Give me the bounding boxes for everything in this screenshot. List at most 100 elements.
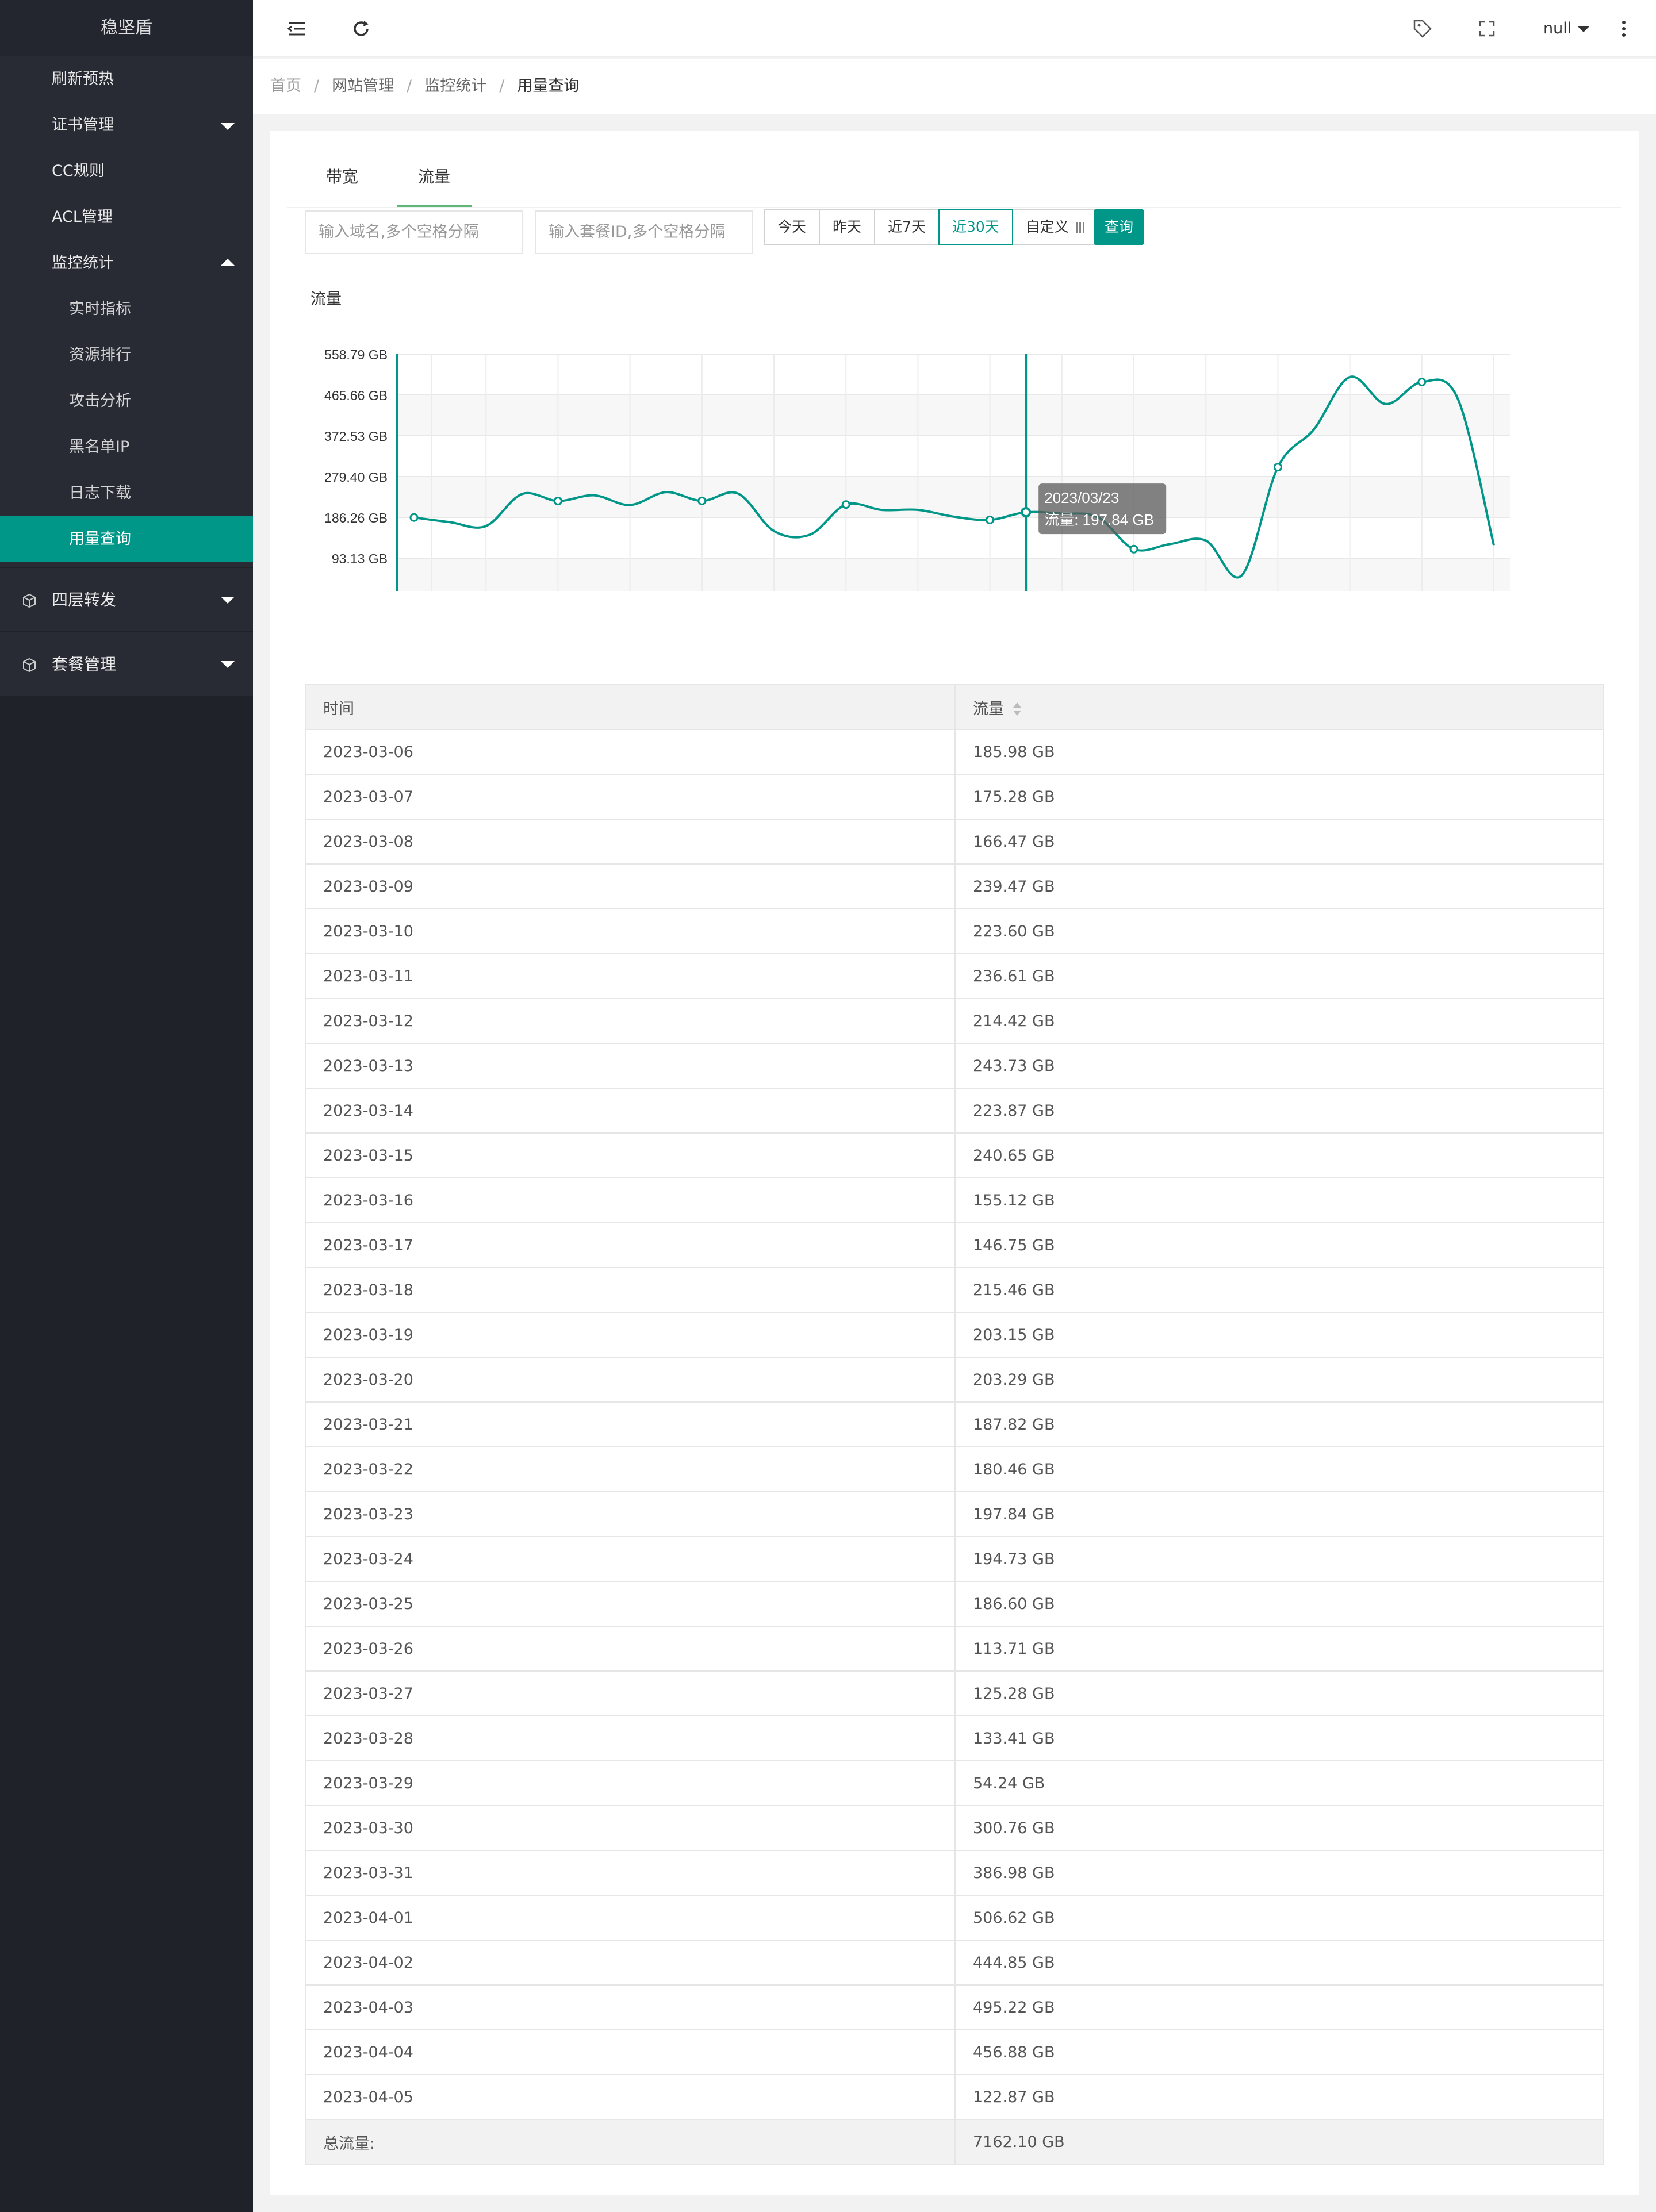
package-id-input[interactable]: 输入套餐ID,多个空格分隔 bbox=[535, 210, 753, 254]
more-vertical-icon[interactable] bbox=[1612, 17, 1635, 40]
cell-traffic: 386.98 GB bbox=[954, 1850, 1604, 1896]
tag-icon[interactable] bbox=[1411, 17, 1434, 40]
breadcrumb-home[interactable]: 首页 bbox=[270, 77, 301, 95]
tooltip-value: 流量: 197.84 GB bbox=[1044, 511, 1154, 528]
fullscreen-icon[interactable] bbox=[1475, 17, 1498, 40]
sidebar-item-label: 攻击分析 bbox=[69, 392, 131, 410]
cell-traffic: 54.24 GB bbox=[954, 1760, 1604, 1806]
refresh-icon[interactable] bbox=[350, 17, 373, 40]
table-row: 2023-03-22 180.46 GB bbox=[305, 1446, 1604, 1492]
chart-title: 流量 bbox=[310, 290, 342, 308]
table-row: 2023-03-27 125.28 GB bbox=[305, 1670, 1604, 1716]
sidebar-item-4[interactable]: 监控统计 bbox=[0, 240, 253, 286]
sidebar-item-label: ACL管理 bbox=[52, 208, 113, 226]
breadcrumb-site-manage[interactable]: 网站管理 bbox=[332, 77, 394, 95]
cell-date: 2023-03-26 bbox=[305, 1626, 956, 1672]
sidebar-item-0[interactable]: 刷新预热 bbox=[0, 56, 253, 102]
range-button-4[interactable]: 自定义 bbox=[1011, 209, 1100, 245]
menu-fold-icon[interactable] bbox=[285, 17, 308, 40]
table-row: 2023-04-02 444.85 GB bbox=[305, 1940, 1604, 1986]
query-button[interactable]: 查询 bbox=[1094, 209, 1144, 245]
cell-traffic: 155.12 GB bbox=[954, 1177, 1604, 1223]
sidebar-item-8[interactable]: 黑名单IP bbox=[0, 424, 253, 470]
range-button-2[interactable]: 近7天 bbox=[874, 209, 940, 245]
cell-traffic: 214.42 GB bbox=[954, 998, 1604, 1044]
sort-icon[interactable] bbox=[1012, 702, 1022, 716]
sidebar-item-3[interactable]: ACL管理 bbox=[0, 194, 253, 240]
column-header-traffic[interactable]: 流量 bbox=[954, 684, 1604, 730]
range-button-1[interactable]: 昨天 bbox=[819, 209, 876, 245]
calendar-icon bbox=[1075, 222, 1086, 233]
sidebar-menu: 刷新预热 证书管理 CC规则 ACL管理监控统计实时指标资源排行攻击分析黑名单IP 日志… bbox=[0, 56, 253, 567]
tab-traffic[interactable]: 流量 bbox=[397, 162, 471, 207]
tab-bandwidth[interactable]: 带宽 bbox=[305, 162, 379, 207]
table-row: 2023-03-29 54.24 GB bbox=[305, 1760, 1604, 1806]
cell-date: 2023-03-29 bbox=[305, 1760, 956, 1806]
sidebar-item-5[interactable]: 实时指标 bbox=[0, 286, 253, 332]
data-point[interactable] bbox=[1273, 463, 1282, 472]
range-button-0[interactable]: 今天 bbox=[764, 209, 821, 245]
cell-date: 2023-03-17 bbox=[305, 1222, 956, 1268]
table-row: 2023-03-17 146.75 GB bbox=[305, 1222, 1604, 1268]
sidebar-group-label: 四层转发 bbox=[52, 590, 117, 609]
domain-input[interactable]: 输入域名,多个空格分隔 bbox=[305, 210, 523, 254]
cell-traffic: 203.15 GB bbox=[954, 1312, 1604, 1358]
cell-traffic: 456.88 GB bbox=[954, 2029, 1604, 2075]
table-row: 2023-03-14 223.87 GB bbox=[305, 1088, 1604, 1134]
cell-traffic: 236.61 GB bbox=[954, 953, 1604, 999]
sidebar-item-label: CC规则 bbox=[52, 162, 105, 180]
usage-table: 时间 流量 2023-03-06 185.98 GB 2023-03-07 175.2… bbox=[305, 684, 1604, 2165]
cell-traffic: 180.46 GB bbox=[954, 1446, 1604, 1492]
sidebar-group-label: 套餐管理 bbox=[52, 655, 117, 674]
grid-band bbox=[397, 558, 1510, 591]
hover-point[interactable] bbox=[1021, 507, 1032, 518]
cell-traffic: 223.87 GB bbox=[954, 1088, 1604, 1134]
cell-date: 2023-04-03 bbox=[305, 1984, 956, 2030]
cell-traffic: 187.82 GB bbox=[954, 1401, 1604, 1447]
sidebar-groups: 四层转发 套餐管理 bbox=[0, 567, 253, 696]
cell-traffic: 185.98 GB bbox=[954, 729, 1604, 775]
cell-date: 2023-03-14 bbox=[305, 1088, 956, 1134]
sidebar-group-0[interactable]: 四层转发 bbox=[0, 567, 253, 631]
sidebar-item-label: 实时指标 bbox=[69, 300, 131, 318]
sidebar-group-1[interactable]: 套餐管理 bbox=[0, 631, 253, 696]
sidebar-item-9[interactable]: 日志下载 bbox=[0, 470, 253, 516]
sidebar: 稳坚盾 刷新预热 证书管理 CC规则 ACL管理监控统计实时指标资源排行攻击分析黑名单… bbox=[0, 0, 253, 2212]
tooltip-date: 2023/03/23 bbox=[1044, 489, 1119, 506]
data-point[interactable] bbox=[986, 515, 995, 524]
breadcrumb: 首页 / 网站管理 / 监控统计 / 用量查询 bbox=[253, 59, 1656, 114]
sidebar-item-1[interactable]: 证书管理 bbox=[0, 102, 253, 148]
y-tick-label: 279.40 GB bbox=[324, 470, 388, 485]
cell-date: 2023-03-07 bbox=[305, 774, 956, 820]
table-row: 2023-04-01 506.62 GB bbox=[305, 1895, 1604, 1941]
cell-traffic: 495.22 GB bbox=[954, 1984, 1604, 2030]
data-point[interactable] bbox=[697, 496, 707, 505]
sidebar-item-label: 资源排行 bbox=[69, 346, 131, 364]
cell-date: 2023-03-11 bbox=[305, 953, 956, 999]
cell-date: 2023-03-06 bbox=[305, 729, 956, 775]
user-menu[interactable]: null bbox=[1543, 17, 1590, 40]
cell-date: 2023-03-24 bbox=[305, 1536, 956, 1582]
username-label: null bbox=[1543, 20, 1572, 37]
y-tick-label: 465.66 GB bbox=[324, 388, 388, 403]
range-button-label: 近30天 bbox=[952, 218, 999, 235]
sidebar-item-label: 监控统计 bbox=[52, 254, 114, 272]
data-point[interactable] bbox=[1129, 544, 1138, 554]
table-row: 2023-03-15 240.65 GB bbox=[305, 1132, 1604, 1178]
breadcrumb-monitor[interactable]: 监控统计 bbox=[424, 77, 486, 95]
data-point[interactable] bbox=[841, 500, 850, 509]
sidebar-item-7[interactable]: 攻击分析 bbox=[0, 378, 253, 424]
cell-date: 2023-03-10 bbox=[305, 908, 956, 954]
data-point[interactable] bbox=[1417, 377, 1427, 386]
data-point[interactable] bbox=[409, 513, 419, 522]
breadcrumb-separator: / bbox=[407, 77, 412, 95]
table-row: 2023-03-18 215.46 GB bbox=[305, 1267, 1604, 1313]
sidebar-item-2[interactable]: CC规则 bbox=[0, 148, 253, 194]
data-point[interactable] bbox=[553, 497, 562, 506]
range-button-3[interactable]: 近30天 bbox=[938, 209, 1013, 245]
y-tick-label: 558.79 GB bbox=[324, 347, 388, 362]
cell-date: 2023-04-01 bbox=[305, 1895, 956, 1941]
sidebar-item-10[interactable]: 用量查询 bbox=[0, 516, 253, 562]
app-logo[interactable]: 稳坚盾 bbox=[0, 0, 253, 56]
sidebar-item-6[interactable]: 资源排行 bbox=[0, 332, 253, 378]
